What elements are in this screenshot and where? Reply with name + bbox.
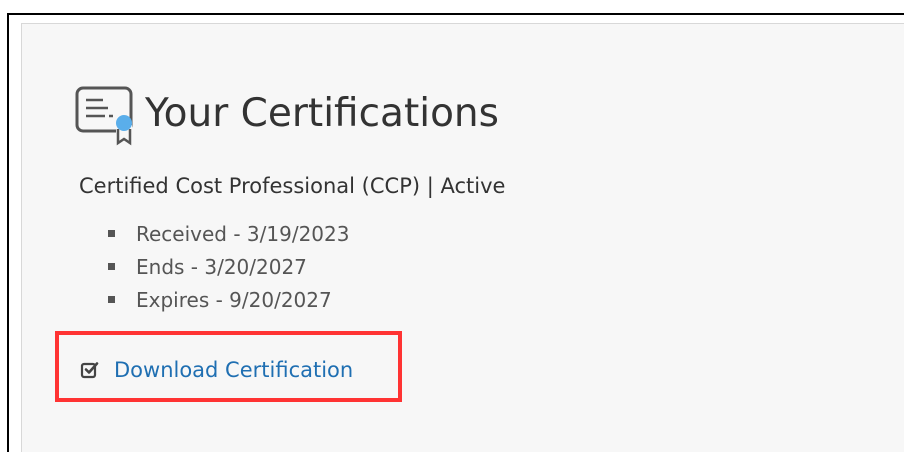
detail-ends: Ends - 3/20/2027 bbox=[108, 250, 349, 283]
download-certification-link[interactable]: Download Certification bbox=[80, 356, 353, 384]
detail-expires-text: Expires - 9/20/2027 bbox=[136, 287, 332, 312]
bullet-icon bbox=[108, 296, 115, 303]
bullet-icon bbox=[108, 230, 115, 237]
download-certification-label: Download Certification bbox=[114, 358, 354, 382]
certification-details: Received - 3/19/2023 Ends - 3/20/2027 Ex… bbox=[108, 217, 349, 316]
page-title: Your Certifications bbox=[145, 90, 499, 136]
detail-ends-text: Ends - 3/20/2027 bbox=[136, 254, 307, 279]
certification-heading: Certified Cost Professional (CCP) | Acti… bbox=[79, 174, 506, 198]
certificate-icon bbox=[75, 86, 133, 146]
bullet-icon bbox=[108, 263, 115, 270]
check-square-icon bbox=[80, 362, 99, 379]
detail-received-text: Received - 3/19/2023 bbox=[136, 221, 350, 246]
detail-received: Received - 3/19/2023 bbox=[108, 217, 349, 250]
title-row: Your Certifications bbox=[75, 84, 499, 148]
detail-expires: Expires - 9/20/2027 bbox=[108, 283, 349, 316]
